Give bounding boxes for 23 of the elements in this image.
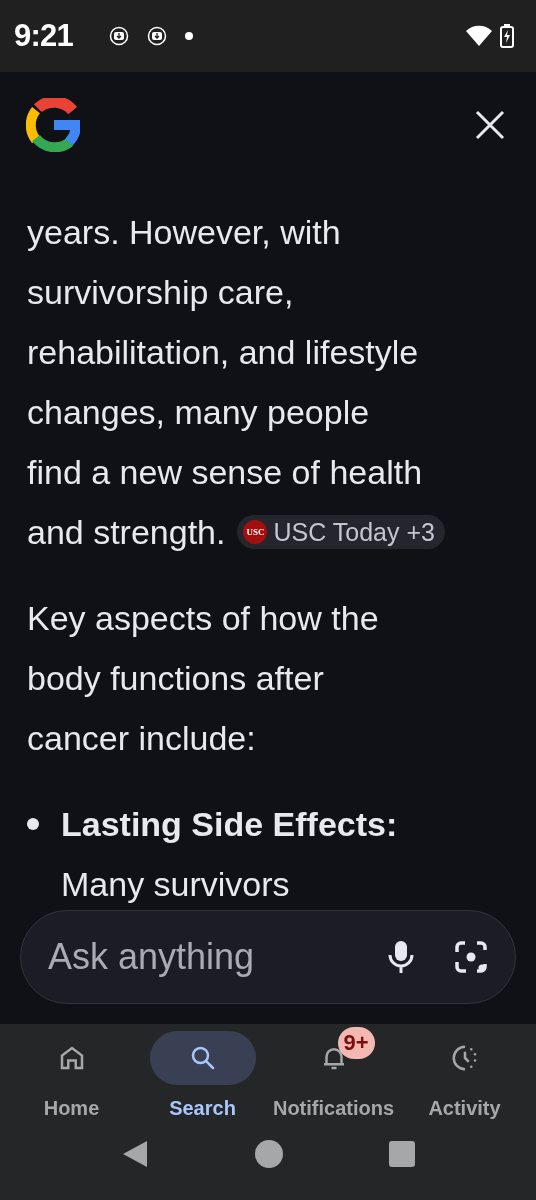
notification-badge: 9+ <box>337 1027 375 1059</box>
download-notification-icon <box>146 26 167 46</box>
source-chip[interactable]: USC USC Today +3 <box>237 515 445 549</box>
search-field[interactable]: Ask anything <box>48 930 387 984</box>
download-notification-icon <box>108 26 129 46</box>
back-icon[interactable] <box>121 1139 149 1169</box>
home-button-icon[interactable] <box>255 1140 283 1168</box>
google-logo <box>26 98 80 152</box>
microphone-icon[interactable] <box>387 940 415 974</box>
close-icon[interactable] <box>475 110 505 140</box>
nav-tab[interactable]: Activity <box>402 1031 527 1123</box>
clock: 9:21 <box>14 16 73 55</box>
wifi-icon <box>466 25 492 47</box>
answer-paragraph: Key aspects of how the body functions after cancer include: <box>27 598 379 759</box>
battery-icon <box>500 24 514 48</box>
search-bar[interactable]: Ask anything <box>20 910 516 1004</box>
camera-lens-icon[interactable] <box>455 941 487 973</box>
nav-tab[interactable]: Home <box>9 1031 134 1123</box>
bullet-text: Lasting Side Effects: Many survivors <box>61 804 399 905</box>
bullet-icon <box>27 818 39 830</box>
source-logo: USC <box>243 520 268 544</box>
answer-paragraph-end: and strength. <box>27 512 226 553</box>
dot-icon <box>184 32 193 40</box>
